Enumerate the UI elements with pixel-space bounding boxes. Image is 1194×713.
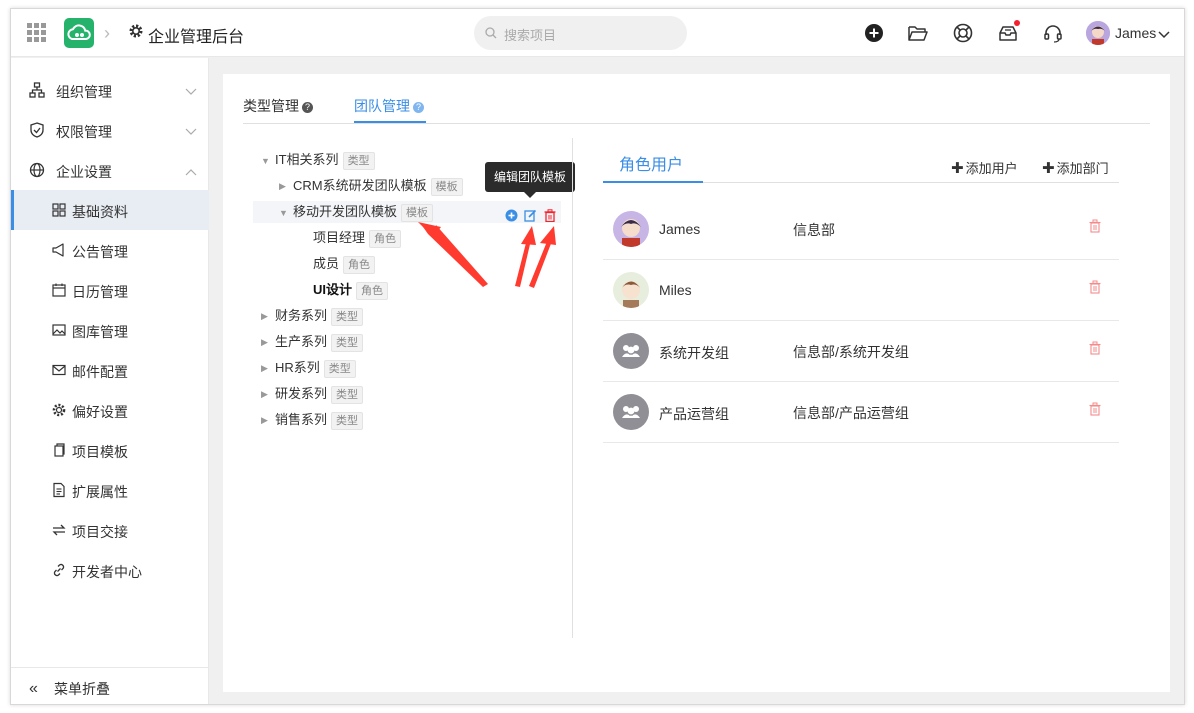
annotation-arrow: [418, 222, 488, 287]
chevron-up-icon: [185, 163, 197, 179]
apps-grid-icon[interactable]: [27, 23, 47, 43]
app-window: › 企业管理后台 搜索项目 James 组织管理 权限管理 企业设置 基础资料 …: [10, 8, 1185, 705]
org-tree-icon: [29, 82, 45, 98]
megaphone-icon: [51, 242, 67, 258]
sidebar-item-label: 偏好设置: [72, 404, 128, 420]
sidebar-item-announcement[interactable]: 公告管理: [11, 230, 209, 270]
notification-dot: [1014, 20, 1020, 26]
folder-open-icon[interactable]: [907, 22, 929, 44]
sidebar-item-calendar[interactable]: 日历管理: [11, 270, 209, 310]
search-input[interactable]: 搜索项目: [474, 16, 687, 50]
sidebar-group-label: 权限管理: [56, 124, 112, 140]
shield-icon: [29, 122, 45, 138]
link-icon: [51, 562, 67, 578]
mail-icon: [51, 362, 67, 378]
document-icon: [51, 482, 67, 498]
sidebar-item-project-template[interactable]: 项目模板: [11, 430, 209, 470]
headset-icon[interactable]: [1042, 22, 1064, 44]
user-avatar[interactable]: [1086, 21, 1110, 45]
search-icon: [485, 27, 497, 39]
sidebar-group-label: 企业设置: [56, 164, 112, 180]
sidebar-item-developer[interactable]: 开发者中心: [11, 550, 209, 590]
top-bar: › 企业管理后台 搜索项目 James: [11, 9, 1184, 57]
chevron-down-icon: [185, 83, 197, 99]
sidebar-item-label: 基础资料: [72, 204, 128, 220]
sidebar-collapse-label: 菜单折叠: [54, 681, 110, 697]
sidebar-group-org[interactable]: 组织管理: [11, 70, 209, 110]
double-chevron-left-icon: «: [29, 680, 38, 697]
chevron-down-icon: [185, 123, 197, 139]
breadcrumb-chevron-icon: ›: [104, 23, 110, 43]
app-logo[interactable]: [64, 18, 94, 48]
sidebar-item-label: 项目模板: [72, 444, 128, 460]
swap-icon: [51, 522, 67, 538]
add-circle-icon[interactable]: [863, 22, 885, 44]
gear-icon: [128, 23, 144, 39]
sidebar-group-enterprise[interactable]: 企业设置: [11, 150, 209, 190]
sidebar-item-gallery[interactable]: 图库管理: [11, 310, 209, 350]
annotation-arrows: [418, 222, 556, 288]
copy-icon: [51, 442, 67, 458]
sidebar-item-label: 扩展属性: [72, 484, 128, 500]
grid-icon: [51, 202, 67, 218]
sidebar-group-permission[interactable]: 权限管理: [11, 110, 209, 150]
image-icon: [51, 322, 67, 338]
app-title: 企业管理后台: [148, 29, 245, 46]
calendar-icon: [51, 282, 67, 298]
search-placeholder: 搜索项目: [504, 28, 557, 43]
help-lifebuoy-icon[interactable]: [952, 22, 974, 44]
sidebar: 组织管理 权限管理 企业设置 基础资料 公告管理 日历管理 图库管理 邮件配置 …: [11, 58, 209, 704]
sidebar-item-label: 图库管理: [72, 324, 128, 340]
sidebar-group-label: 组织管理: [56, 84, 112, 100]
sidebar-item-handover[interactable]: 项目交接: [11, 510, 209, 550]
sidebar-item-basic-info[interactable]: 基础资料: [11, 190, 209, 230]
sidebar-item-mail[interactable]: 邮件配置: [11, 350, 209, 390]
user-name[interactable]: James: [1115, 25, 1156, 41]
sidebar-collapse-button[interactable]: « 菜单折叠: [11, 667, 209, 704]
globe-icon: [29, 162, 45, 178]
sidebar-item-label: 项目交接: [72, 524, 128, 540]
gear-icon: [51, 402, 67, 418]
chevron-down-icon[interactable]: [1158, 26, 1170, 42]
sidebar-item-label: 开发者中心: [72, 564, 142, 580]
main-panel: 类型管理? 团队管理? ▼ IT相关系列 类型 ▶ CRM系统研发团队模板 模板 ▼ 移动…: [223, 74, 1170, 692]
sidebar-item-extended-attr[interactable]: 扩展属性: [11, 470, 209, 510]
sidebar-item-label: 日历管理: [72, 284, 128, 300]
sidebar-item-label: 公告管理: [72, 244, 128, 260]
sidebar-item-label: 邮件配置: [72, 364, 128, 380]
sidebar-item-preferences[interactable]: 偏好设置: [11, 390, 209, 430]
